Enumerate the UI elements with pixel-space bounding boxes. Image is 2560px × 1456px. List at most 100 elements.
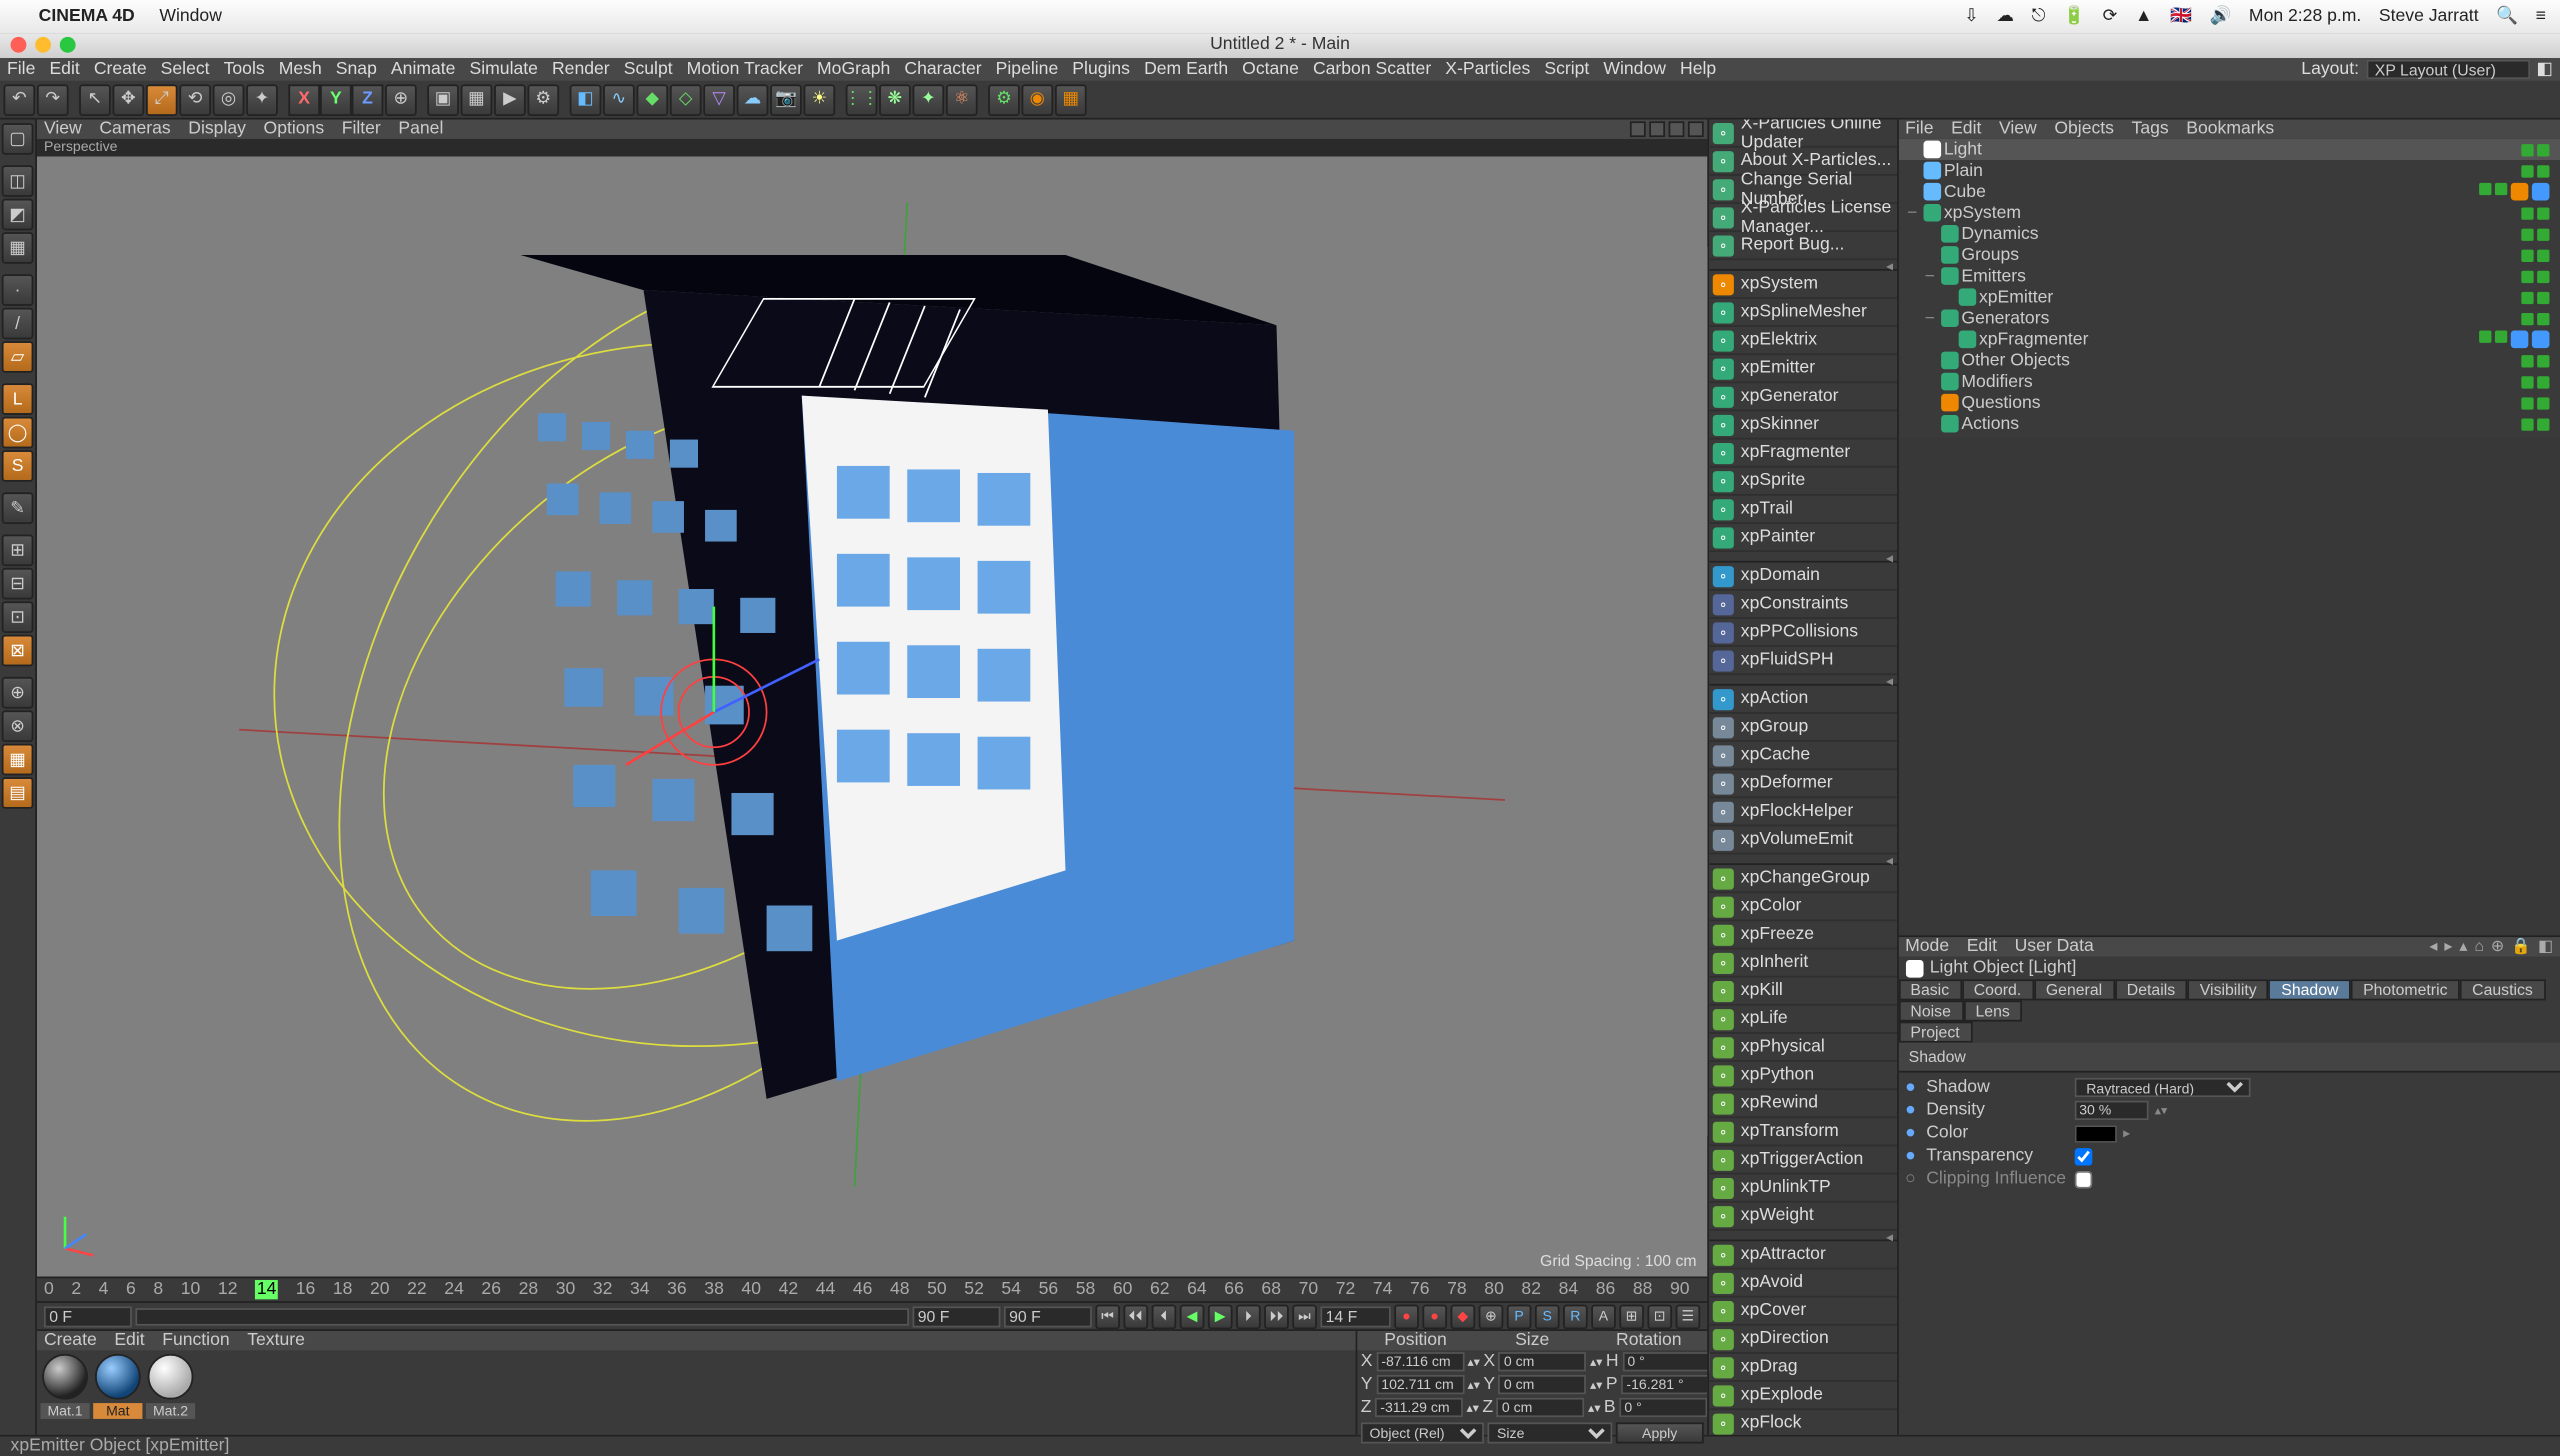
redo-icon[interactable]: ↷ [37,84,69,116]
tweak-icon[interactable]: ✎ [2,492,34,524]
xp-xpvolumeemit[interactable]: ∘xpVolumeEmit [1709,826,1896,854]
tree-item-dynamics[interactable]: Dynamics [1898,223,2560,244]
nav-up-icon[interactable]: ▴ [2459,937,2467,956]
goto-end-icon[interactable]: ⏭ [1292,1304,1317,1329]
xp-xpcache[interactable]: ∘xpCache [1709,742,1896,770]
nav-fwd-icon[interactable]: ▸ [2444,937,2452,956]
shadow-type-select[interactable]: Raytraced (Hard) [2074,1078,2250,1097]
tab-shadow[interactable]: Shadow [2269,979,2351,1000]
obj-menu-file[interactable]: File [1905,120,1933,139]
material-swatch[interactable]: Mat [93,1354,142,1419]
rot-B-input[interactable] [1619,1398,1707,1417]
obj-menu-edit[interactable]: Edit [1951,120,1981,139]
xp-xpkill[interactable]: ∘xpKill [1709,978,1896,1006]
menu-simulate[interactable]: Simulate [470,60,538,79]
dynamics-icon[interactable]: ⚛ [946,84,978,116]
deformer-icon[interactable]: ▽ [703,84,735,116]
search-icon[interactable]: 🔍 [2496,7,2518,26]
xp-xpflockhelper[interactable]: ∘xpFlockHelper [1709,798,1896,826]
pos-X-input[interactable] [1376,1352,1464,1371]
xp-xpfreeze[interactable]: ∘xpFreeze [1709,921,1896,949]
play-fwd-icon[interactable]: ▶ [1208,1304,1233,1329]
autokey-icon[interactable]: ● [1422,1304,1447,1329]
menu-help[interactable]: Help [1680,60,1716,79]
xp-xpconstraints[interactable]: ∘xpConstraints [1709,591,1896,619]
attr-menu-user-data[interactable]: User Data [2015,937,2094,956]
menu-pipeline[interactable]: Pipeline [996,60,1059,79]
status-icon[interactable]: ⟳ [2103,7,2118,26]
tree-item-groups[interactable]: Groups [1898,244,2560,265]
point-mode-icon[interactable]: · [2,274,34,306]
timeline-scrollbar[interactable] [135,1307,909,1325]
layout-ext-icon[interactable]: ◧ [2536,60,2553,79]
menu-render[interactable]: Render [552,60,610,79]
xp-xpcover[interactable]: ∘xpCover [1709,1298,1896,1326]
tl-opt2-icon[interactable]: ☰ [1675,1304,1700,1329]
snap2-icon[interactable]: ⊟ [2,568,34,600]
tree-item-generators[interactable]: −Generators [1898,308,2560,329]
coord-mode-select[interactable]: Object (Rel) [1361,1422,1485,1443]
environment-icon[interactable]: ☁ [737,84,769,116]
next-frame-icon[interactable]: ⏵ [1236,1304,1261,1329]
pos-Y-input[interactable] [1376,1375,1464,1394]
tree-item-xpfragmenter[interactable]: xpFragmenter [1898,329,2560,350]
spline-icon[interactable]: ∿ [603,84,635,116]
tab-lens[interactable]: Lens [1963,1000,2022,1021]
xp-xptrail[interactable]: ∘xpTrail [1709,496,1896,524]
tree-item-questions[interactable]: Questions [1898,392,2560,413]
xp-xpunlinktp[interactable]: ∘xpUnlinkTP [1709,1175,1896,1203]
menu-octane[interactable]: Octane [1242,60,1299,79]
xp-xpsprite[interactable]: ∘xpSprite [1709,468,1896,496]
tree-item-emitters[interactable]: −Emitters [1898,265,2560,286]
menu-x-particles[interactable]: X-Particles [1445,60,1530,79]
xp-xpflock[interactable]: ∘xpFlock [1709,1410,1896,1435]
menu-motion-tracker[interactable]: Motion Tracker [687,60,803,79]
effector-icon[interactable]: ❋ [879,84,911,116]
status-icon[interactable]: ⎋ [2032,7,2046,26]
menu-create[interactable]: Create [94,60,147,79]
tree-item-light[interactable]: Light [1898,139,2560,160]
render-region-icon[interactable]: ▦ [461,84,493,116]
mat-menu-function[interactable]: Function [162,1331,229,1350]
generator-icon[interactable]: ◆ [636,84,668,116]
tree-item-modifiers[interactable]: Modifiers [1898,371,2560,392]
xp3-icon[interactable]: ▦ [1055,84,1087,116]
traffic-lights[interactable] [11,37,76,53]
rotate-tool-icon[interactable]: ⟲ [179,84,211,116]
current-frame-input[interactable] [1320,1305,1390,1326]
object-tree[interactable]: LightPlainCube−xpSystemDynamicsGroups−Em… [1898,139,2560,438]
menu-animate[interactable]: Animate [391,60,456,79]
lock-icon[interactable]: ⌂ [2474,937,2484,956]
xp-xpdirection[interactable]: ∘xpDirection [1709,1326,1896,1354]
xp-xptransform[interactable]: ∘xpTransform [1709,1118,1896,1146]
layout-dropdown[interactable]: XP Layout (User) [2366,60,2529,79]
scale-tool-icon[interactable]: ⤢ [146,84,178,116]
prev-frame-icon[interactable]: ⏴ [1152,1304,1177,1329]
rot-H-input[interactable] [1622,1352,1710,1371]
render-view-icon[interactable]: ▣ [427,84,459,116]
vp-nav-icon[interactable] [1649,121,1665,137]
tab-basic[interactable]: Basic [1898,979,1961,1000]
primitive-icon[interactable]: ◧ [570,84,602,116]
menu-select[interactable]: Select [161,60,210,79]
xp-x-particles-license-manager---[interactable]: ∘X-Particles License Manager... [1709,204,1896,232]
select-tool-icon[interactable]: ↖ [79,84,111,116]
coord-system-icon[interactable]: ⊕ [385,84,417,116]
nav-back-icon[interactable]: ◂ [2429,937,2437,956]
frame-end-input[interactable] [912,1305,1000,1326]
xp-xpinherit[interactable]: ∘xpInherit [1709,949,1896,977]
xp-xpskinner[interactable]: ∘xpSkinner [1709,411,1896,439]
snap4-icon[interactable]: ⊠ [2,635,34,667]
xp-xpsplinemesher[interactable]: ∘xpSplineMesher [1709,299,1896,327]
wp3-icon[interactable]: ▦ [2,744,34,776]
workplane-icon[interactable]: ▦ [2,232,34,264]
xp-xpattractor[interactable]: ∘xpAttractor [1709,1241,1896,1269]
undo-icon[interactable]: ↶ [4,84,36,116]
xp-xpgenerator[interactable]: ∘xpGenerator [1709,383,1896,411]
attr-menu-mode[interactable]: Mode [1905,937,1949,956]
model-mode-icon[interactable]: ◫ [2,165,34,197]
xp-xpexplode[interactable]: ∘xpExplode [1709,1382,1896,1410]
apply-button[interactable]: Apply [1616,1422,1704,1443]
xp-xpphysical[interactable]: ∘xpPhysical [1709,1034,1896,1062]
vp-menu-view[interactable]: View [44,120,82,139]
